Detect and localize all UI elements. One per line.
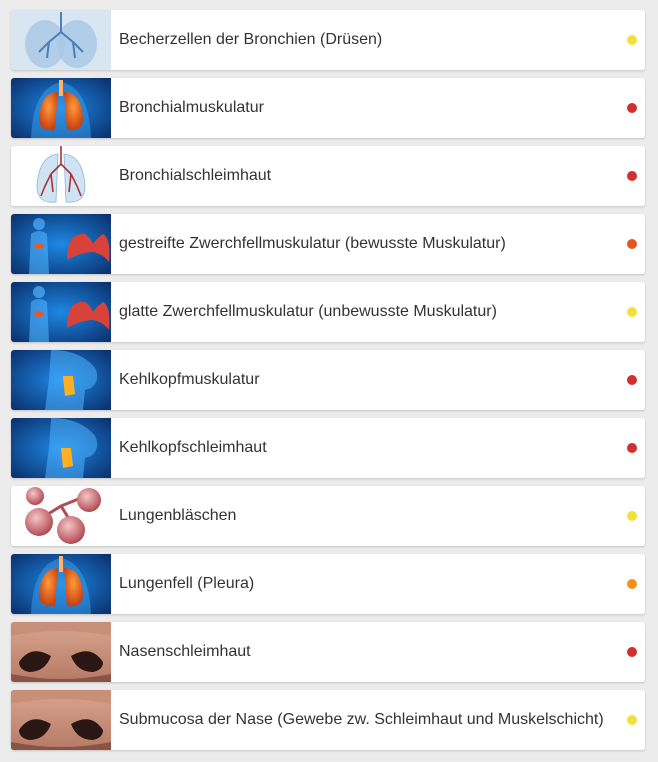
item-label: gestreifte Zwerchfellmuskulatur (bewusst…	[119, 235, 506, 252]
status-dot	[627, 375, 637, 385]
list-item[interactable]: Kehlkopfmuskulatur	[11, 350, 645, 410]
item-label: Bronchialschleimhaut	[119, 167, 272, 184]
larynx-neck-image	[11, 350, 111, 410]
diaphragm-image	[11, 282, 111, 342]
nose-photo-image	[11, 622, 111, 682]
list-item[interactable]: Lungenbläschen	[11, 486, 645, 546]
diaphragm-image	[11, 214, 111, 274]
list-item[interactable]: Bronchialmuskulatur	[11, 78, 645, 138]
status-dot	[627, 647, 637, 657]
list-item[interactable]: Lungenfell (Pleura)	[11, 554, 645, 614]
lungs-torso-image	[11, 78, 111, 138]
list-item[interactable]: Nasenschleimhaut	[11, 622, 645, 682]
item-label: Kehlkopfmuskulatur	[119, 371, 260, 388]
status-dot	[627, 35, 637, 45]
list-item[interactable]: glatte Zwerchfellmuskulatur (unbewusste …	[11, 282, 645, 342]
status-dot	[627, 103, 637, 113]
bronchi-xray-image	[11, 10, 111, 70]
status-dot	[627, 307, 637, 317]
status-dot	[627, 171, 637, 181]
status-dot	[627, 511, 637, 521]
item-label: Kehlkopfschleimhaut	[119, 439, 267, 456]
item-label: Nasenschleimhaut	[119, 643, 251, 660]
status-dot	[627, 239, 637, 249]
list-item[interactable]: Becherzellen der Bronchien (Drüsen)	[11, 10, 645, 70]
item-label: Lungenbläschen	[119, 507, 237, 524]
list-item[interactable]: Bronchialschleimhaut	[11, 146, 645, 206]
list-item[interactable]: gestreifte Zwerchfellmuskulatur (bewusst…	[11, 214, 645, 274]
lungs-torso-image	[11, 554, 111, 614]
item-label: Bronchialmuskulatur	[119, 99, 264, 116]
organ-list: Becherzellen der Bronchien (Drüsen) Bron…	[0, 0, 658, 762]
alveoli-image	[11, 486, 111, 546]
item-label: Becherzellen der Bronchien (Drüsen)	[119, 31, 383, 48]
status-dot	[627, 443, 637, 453]
item-label: Lungenfell (Pleura)	[119, 575, 255, 592]
item-label: Submucosa der Nase (Gewebe zw. Schleimha…	[119, 711, 604, 728]
nose-photo-image	[11, 690, 111, 750]
list-item[interactable]: Kehlkopfschleimhaut	[11, 418, 645, 478]
status-dot	[627, 715, 637, 725]
list-item[interactable]: Submucosa der Nase (Gewebe zw. Schleimha…	[11, 690, 645, 750]
bronchial-tree-image	[11, 146, 111, 206]
status-dot	[627, 579, 637, 589]
larynx-neck-image	[11, 418, 111, 478]
item-label: glatte Zwerchfellmuskulatur (unbewusste …	[119, 303, 497, 320]
